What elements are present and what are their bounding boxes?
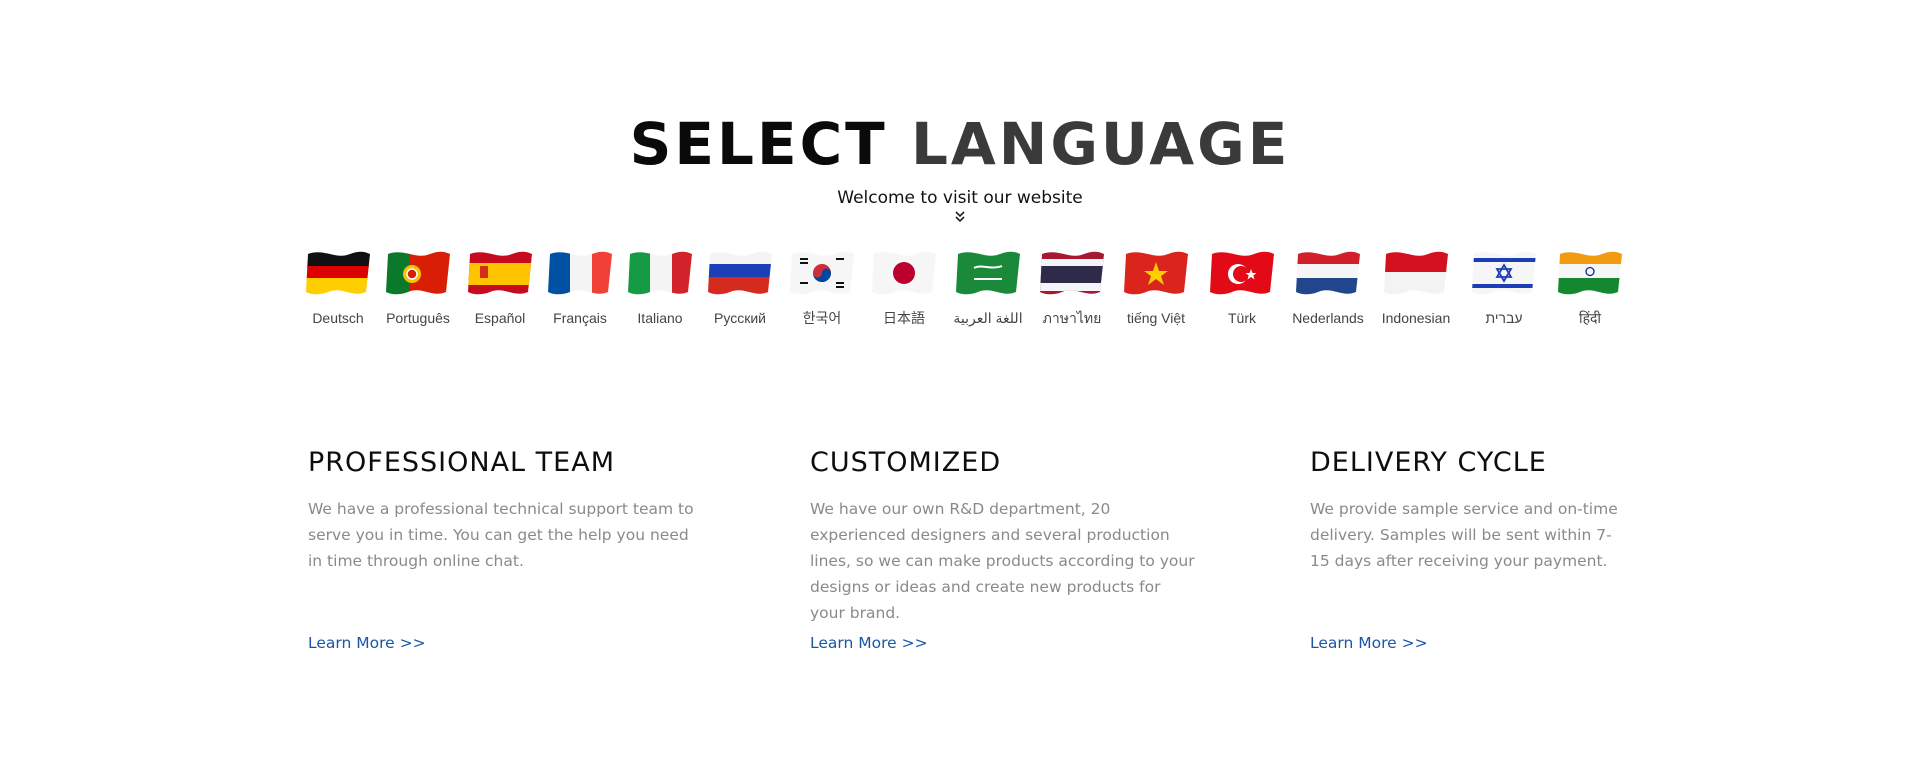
india-flag-icon bbox=[1554, 246, 1626, 304]
language-label: 한국어 bbox=[802, 310, 842, 326]
double-chevron-down-icon bbox=[955, 211, 965, 223]
title-word-language: LANGUAGE bbox=[910, 110, 1291, 178]
saudi-arabia-flag-icon bbox=[952, 246, 1024, 304]
israel-flag-icon bbox=[1468, 246, 1540, 304]
language-label: Русский bbox=[714, 310, 766, 326]
language-item-russian[interactable]: Русский bbox=[698, 246, 782, 326]
language-label: tiếng Việt bbox=[1126, 310, 1186, 326]
language-item-portugues[interactable]: Português bbox=[376, 246, 460, 326]
feature-description: We have a professional technical support… bbox=[308, 500, 694, 570]
language-item-thai[interactable]: ภาษาไทย bbox=[1030, 246, 1114, 326]
feature-title: PROFESSIONAL TEAM bbox=[308, 447, 615, 478]
language-item-japanese[interactable]: 日本語 bbox=[862, 246, 946, 326]
feature-professional-team: PROFESSIONAL TEAM We have a professional… bbox=[308, 446, 708, 652]
language-item-korean[interactable]: 한국어 bbox=[780, 246, 864, 326]
language-item-deutsch[interactable]: Deutsch bbox=[296, 246, 380, 326]
language-label: 日本語 bbox=[883, 310, 925, 326]
feature-customized: CUSTOMIZED We have our own R&D departmen… bbox=[810, 446, 1210, 652]
language-item-italiano[interactable]: Italiano bbox=[618, 246, 702, 326]
thailand-flag-icon bbox=[1036, 246, 1108, 304]
language-label: ภาษาไทย bbox=[1042, 310, 1102, 326]
language-label: हिंदी bbox=[1578, 310, 1602, 326]
learn-more-link[interactable]: Learn More >> bbox=[308, 634, 426, 652]
spain-flag-icon bbox=[464, 246, 536, 304]
language-item-francais[interactable]: Français bbox=[538, 246, 622, 326]
south-korea-flag-icon bbox=[786, 246, 858, 304]
language-label: اللغة العربية bbox=[953, 310, 1023, 326]
language-list: Deutsch Português Español Français Itali… bbox=[300, 246, 1630, 346]
title-word-select: SELECT bbox=[629, 110, 888, 178]
feature-description: We provide sample service and on-time de… bbox=[1310, 500, 1618, 570]
language-item-hebrew[interactable]: עברית bbox=[1462, 246, 1546, 326]
indonesia-flag-icon bbox=[1380, 246, 1452, 304]
language-label: עברית bbox=[1485, 310, 1523, 326]
feature-title: CUSTOMIZED bbox=[810, 447, 1002, 478]
language-label: Italiano bbox=[637, 310, 683, 326]
language-label: Nederlands bbox=[1292, 310, 1364, 326]
feature-description: We have our own R&D department, 20 exper… bbox=[810, 500, 1195, 622]
italy-flag-icon bbox=[624, 246, 696, 304]
language-item-nederlands[interactable]: Nederlands bbox=[1286, 246, 1370, 326]
page-subtitle: Welcome to visit our website bbox=[837, 188, 1083, 208]
language-label: Indonesian bbox=[1381, 310, 1451, 326]
netherlands-flag-icon bbox=[1292, 246, 1364, 304]
france-flag-icon bbox=[544, 246, 616, 304]
language-label: Deutsch bbox=[312, 310, 364, 326]
language-label: Español bbox=[474, 310, 526, 326]
russia-flag-icon bbox=[704, 246, 776, 304]
portugal-flag-icon bbox=[382, 246, 454, 304]
language-label: Português bbox=[386, 310, 450, 326]
page: SELECT LANGUAGE Welcome to visit our web… bbox=[0, 0, 1920, 770]
vietnam-flag-icon bbox=[1120, 246, 1192, 304]
language-item-arabic[interactable]: اللغة العربية bbox=[946, 246, 1030, 326]
page-title: SELECT LANGUAGE bbox=[0, 108, 1920, 180]
learn-more-link[interactable]: Learn More >> bbox=[1310, 634, 1428, 652]
language-label: Français bbox=[553, 310, 607, 326]
turkey-flag-icon bbox=[1206, 246, 1278, 304]
feature-title: DELIVERY CYCLE bbox=[1310, 447, 1547, 478]
learn-more-link[interactable]: Learn More >> bbox=[810, 634, 928, 652]
language-item-espanol[interactable]: Español bbox=[458, 246, 542, 326]
germany-flag-icon bbox=[302, 246, 374, 304]
language-item-turkish[interactable]: Türk bbox=[1200, 246, 1284, 326]
feature-delivery-cycle: DELIVERY CYCLE We provide sample service… bbox=[1310, 446, 1710, 652]
language-item-indonesian[interactable]: Indonesian bbox=[1374, 246, 1458, 326]
language-label: Türk bbox=[1228, 310, 1256, 326]
japan-flag-icon bbox=[868, 246, 940, 304]
language-item-vietnamese[interactable]: tiếng Việt bbox=[1114, 246, 1198, 326]
hero-section: SELECT LANGUAGE Welcome to visit our web… bbox=[0, 108, 1920, 224]
language-item-hindi[interactable]: हिंदी bbox=[1548, 246, 1632, 326]
